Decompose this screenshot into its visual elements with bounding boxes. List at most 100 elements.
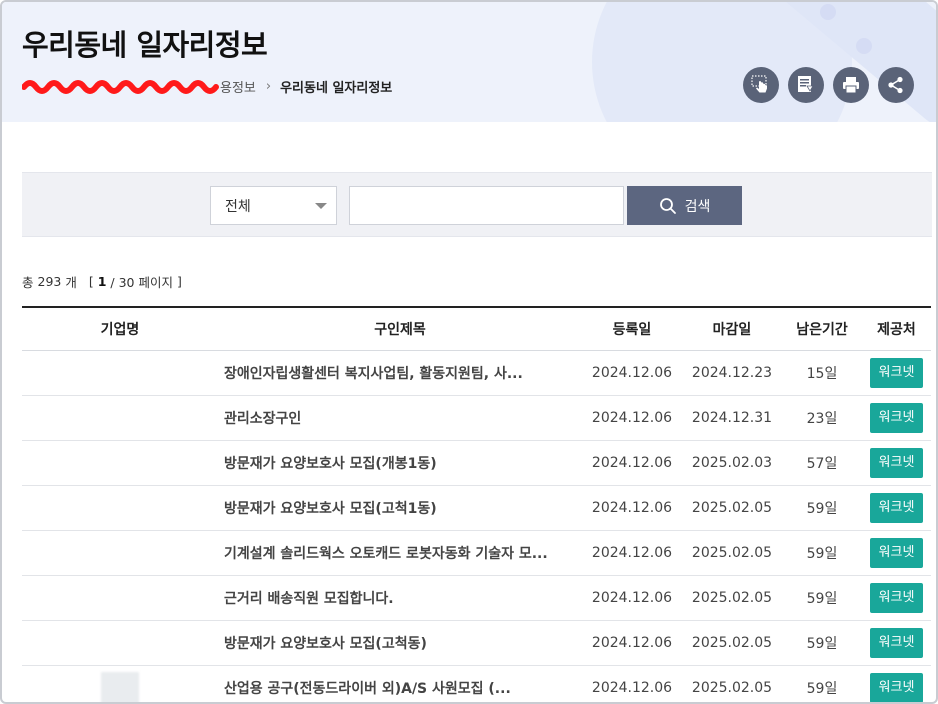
job-title-link[interactable]: 관리소장구인 [218, 395, 582, 441]
provider-badge[interactable]: 워크넷 [870, 582, 923, 613]
total-prefix: 총 [22, 275, 34, 290]
provider-cell: 워크넷 [862, 620, 931, 666]
chevron-down-icon [315, 203, 327, 209]
breadcrumb: 용정보 › 우리동네 일자리정보 [22, 76, 392, 96]
header-decoration-dot [856, 38, 872, 54]
provider-badge[interactable]: 워크넷 [870, 402, 923, 433]
column-header-title: 구인제목 [218, 307, 582, 351]
provider-badge[interactable]: 워크넷 [870, 357, 923, 388]
bookmark-download-icon[interactable] [788, 67, 824, 103]
table-row[interactable]: 근거리 배송직원 모집합니다. 2024.12.06 2025.02.05 59… [22, 575, 931, 621]
search-panel: 전체 검색 [22, 172, 932, 237]
company-name [22, 575, 218, 621]
remaining-days: 57일 [782, 440, 862, 486]
table-row[interactable]: 기계설계 솔리드웍스 오토캐드 로봇자동화 기술자 모... 2024.12.0… [22, 530, 931, 576]
company-name [22, 440, 218, 486]
remaining-days: 59일 [782, 620, 862, 666]
job-title-link[interactable]: 근거리 배송직원 모집합니다. [218, 575, 582, 621]
column-header-provider: 제공처 [862, 307, 931, 351]
registered-date: 2024.12.06 [582, 575, 682, 621]
page-header: 우리동네 일자리정보 용정보 › 우리동네 일자리정보 [2, 2, 936, 122]
provider-badge[interactable]: 워크넷 [870, 537, 923, 568]
remaining-days: 59일 [782, 530, 862, 576]
remaining-days: 59일 [782, 485, 862, 531]
deadline-date: 2025.02.03 [682, 440, 782, 486]
column-header-company: 기업명 [22, 307, 218, 351]
remaining-days: 15일 [782, 350, 862, 396]
table-row[interactable]: 방문재가 요양보호사 모집(고척동) 2024.12.06 2025.02.05… [22, 620, 931, 666]
job-title-link[interactable]: 방문재가 요양보호사 모집(고척동) [218, 620, 582, 666]
company-name [22, 395, 218, 441]
registered-date: 2024.12.06 [582, 665, 682, 702]
category-select-value: 전체 [225, 198, 251, 215]
header-decoration-dot [820, 4, 836, 20]
company-name [22, 620, 218, 666]
remaining-days: 59일 [782, 665, 862, 702]
page-frame: 우리동네 일자리정보 용정보 › 우리동네 일자리정보 전체 검색 총 293 … [0, 0, 938, 704]
registered-date: 2024.12.06 [582, 395, 682, 441]
breadcrumb-parent-link[interactable]: 용정보 [220, 77, 256, 96]
category-select[interactable]: 전체 [210, 186, 337, 225]
table-row[interactable]: 장애인자립생활센터 복지사업팀, 활동지원팀, 사... 2024.12.06 … [22, 350, 931, 396]
registered-date: 2024.12.06 [582, 485, 682, 531]
company-name [22, 350, 218, 396]
result-summary: 총 293 개 [ 1 / 30 페이지 ] [22, 272, 182, 291]
remaining-days: 59일 [782, 575, 862, 621]
search-icon [659, 197, 676, 214]
provider-badge[interactable]: 워크넷 [870, 627, 923, 658]
provider-badge[interactable]: 워크넷 [870, 492, 923, 523]
company-logo-blurred [101, 671, 139, 702]
page-open-bracket: [ [88, 274, 94, 289]
provider-badge[interactable]: 워크넷 [870, 447, 923, 478]
search-button-label: 검색 [684, 198, 711, 215]
current-page: 1 [97, 274, 107, 289]
provider-cell: 워크넷 [862, 440, 931, 486]
provider-cell: 워크넷 [862, 575, 931, 621]
deadline-date: 2025.02.05 [682, 665, 782, 702]
job-title-link[interactable]: 장애인자립생활센터 복지사업팀, 활동지원팀, 사... [218, 350, 582, 396]
table-header-row: 기업명 구인제목 등록일 마감일 남은기간 제공처 [22, 307, 931, 351]
company-name [22, 530, 218, 576]
search-button[interactable]: 검색 [627, 186, 742, 225]
deadline-date: 2025.02.05 [682, 530, 782, 576]
page-close-bracket: ] [176, 274, 182, 289]
registered-date: 2024.12.06 [582, 530, 682, 576]
print-icon[interactable] [833, 67, 869, 103]
job-table: 기업명 구인제목 등록일 마감일 남은기간 제공처 장애인자립생활센터 복지사업… [22, 306, 931, 702]
company-name [22, 485, 218, 531]
column-header-registered: 등록일 [582, 307, 682, 351]
job-title-link[interactable]: 산업용 공구(전동드라이버 외)A/S 사원모집 (... [218, 665, 582, 702]
touch-icon[interactable] [743, 67, 779, 103]
provider-cell: 워크넷 [862, 395, 931, 441]
provider-badge[interactable]: 워크넷 [870, 672, 923, 702]
deadline-date: 2024.12.31 [682, 395, 782, 441]
table-row[interactable]: 방문재가 요양보호사 모집(고척1동) 2024.12.06 2025.02.0… [22, 485, 931, 531]
page-title: 우리동네 일자리정보 [22, 28, 268, 62]
breadcrumb-redaction [22, 77, 220, 95]
column-header-deadline: 마감일 [682, 307, 782, 351]
job-title-link[interactable]: 방문재가 요양보호사 모집(고척1동) [218, 485, 582, 531]
deadline-date: 2025.02.05 [682, 575, 782, 621]
table-row[interactable]: 관리소장구인 2024.12.06 2024.12.31 23일 워크넷 [22, 395, 931, 441]
provider-cell: 워크넷 [862, 665, 931, 702]
job-title-link[interactable]: 방문재가 요양보호사 모집(개봉1동) [218, 440, 582, 486]
provider-cell: 워크넷 [862, 530, 931, 576]
search-input[interactable] [349, 186, 624, 225]
registered-date: 2024.12.06 [582, 620, 682, 666]
page-total: / 30 페이지 [110, 275, 173, 290]
table-row[interactable]: 방문재가 요양보호사 모집(개봉1동) 2024.12.06 2025.02.0… [22, 440, 931, 486]
remaining-days: 23일 [782, 395, 862, 441]
page-tools [743, 67, 914, 103]
share-icon[interactable] [878, 67, 914, 103]
total-count: 293 [37, 274, 62, 289]
company-logo-cell [22, 665, 218, 702]
column-header-remaining: 남은기간 [782, 307, 862, 351]
chevron-right-icon: › [265, 78, 272, 94]
table-row[interactable]: 산업용 공구(전동드라이버 외)A/S 사원모집 (... 2024.12.06… [22, 665, 931, 702]
registered-date: 2024.12.06 [582, 350, 682, 396]
job-title-link[interactable]: 기계설계 솔리드웍스 오토캐드 로봇자동화 기술자 모... [218, 530, 582, 576]
provider-cell: 워크넷 [862, 485, 931, 531]
deadline-date: 2025.02.05 [682, 620, 782, 666]
provider-cell: 워크넷 [862, 350, 931, 396]
deadline-date: 2025.02.05 [682, 485, 782, 531]
